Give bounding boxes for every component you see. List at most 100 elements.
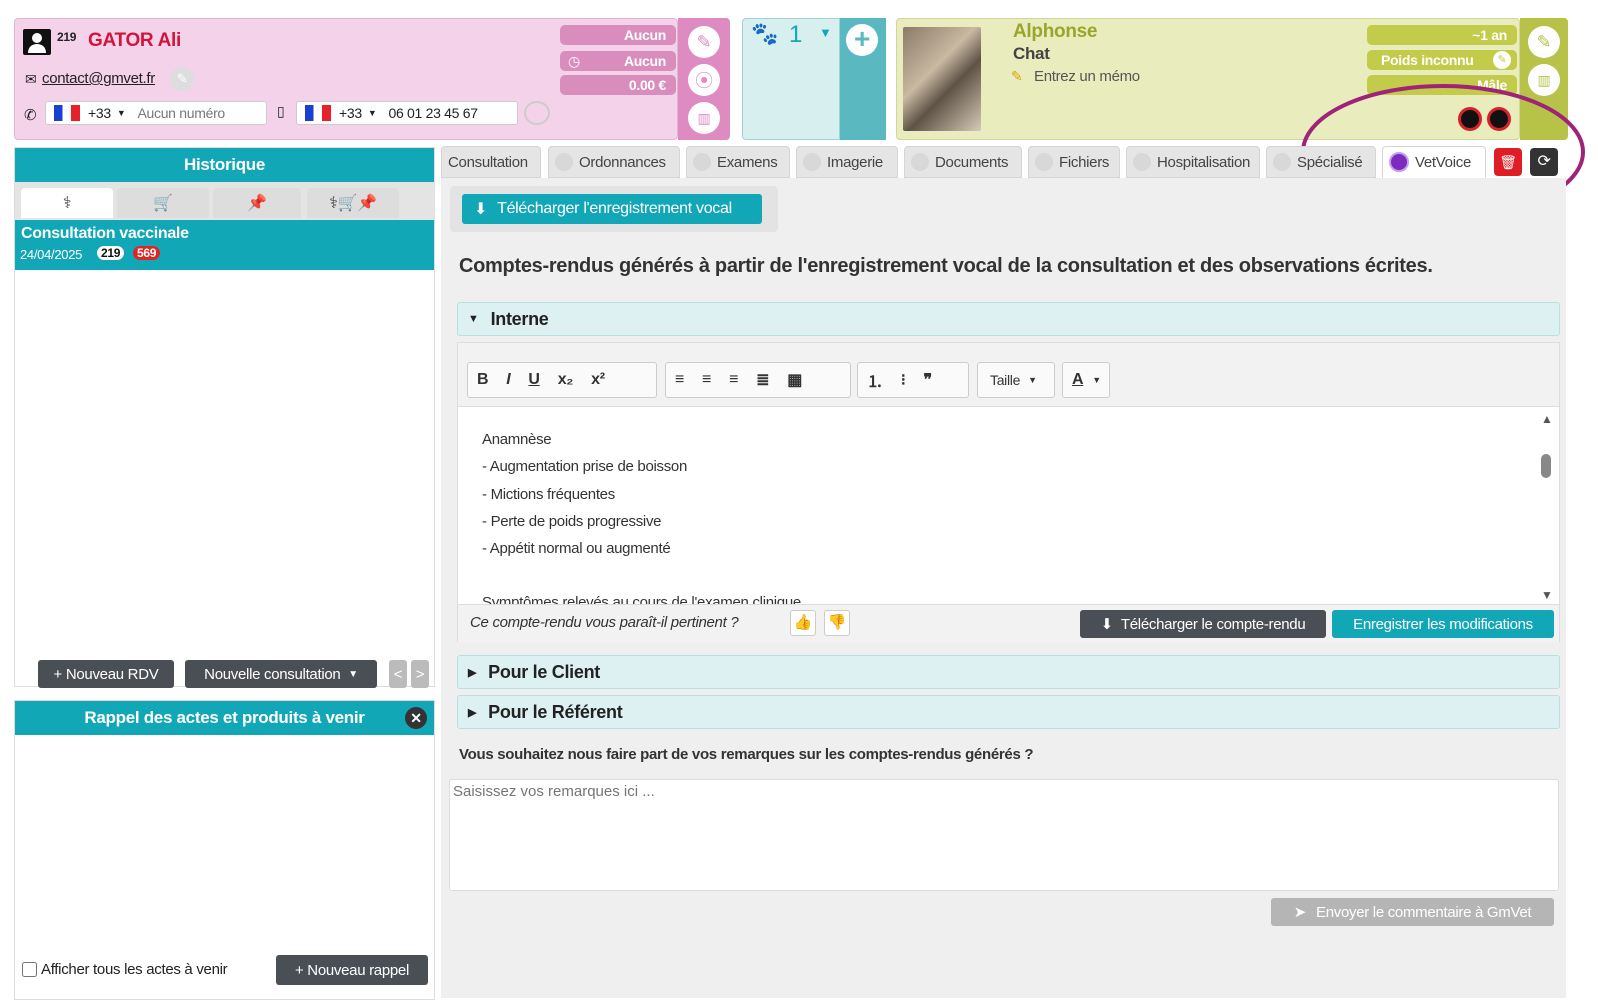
tab-icon <box>1133 153 1151 171</box>
history-tab-all[interactable]: ⚕🛒📌 <box>307 188 399 218</box>
entry-badge-2: 569 <box>133 246 161 260</box>
stethoscope-icon: ⚕ <box>62 195 72 212</box>
phone1-field[interactable]: +33 ▼ Aucun numéro <box>45 101 267 125</box>
memo-input[interactable]: Entrez un mémo <box>1034 68 1140 85</box>
cart-icon: 🛒 <box>153 195 173 212</box>
new-rdv-button[interactable]: + Nouveau RDV <box>38 660 174 688</box>
badge-2: ◷ Aucun <box>560 51 676 71</box>
history-title: Historique <box>15 148 434 182</box>
chevron-down-icon: ▼ <box>348 668 358 680</box>
size-select[interactable]: Taille ▼ <box>977 362 1055 398</box>
thumbs-up-icon[interactable]: 👍 <box>790 610 816 636</box>
editor-scrollbar[interactable]: ▲ ▼ <box>1538 412 1556 602</box>
edit-email-icon[interactable]: ✎ <box>170 67 194 91</box>
tab-documents[interactable]: Documents <box>904 146 1022 178</box>
all-icons: ⚕🛒📌 <box>329 195 377 212</box>
tab-examens[interactable]: Examens <box>686 146 790 178</box>
phone2-field[interactable]: +33 ▼ 06 01 23 45 67 <box>296 101 518 125</box>
subscript-button[interactable]: x₂ <box>549 371 582 389</box>
tab-consultation[interactable]: Consultation <box>441 146 541 178</box>
plus-icon: + <box>846 24 878 56</box>
format-group: B I Ux₂ x² <box>467 362 657 398</box>
download-report-button[interactable]: ⬇ Télécharger le compte-rendu <box>1080 610 1326 638</box>
stats-button[interactable]: ▥ <box>688 102 720 134</box>
bold-button[interactable]: B <box>468 371 497 389</box>
caret-down-icon: ▼ <box>468 313 479 325</box>
pet-age: ~1 an <box>1367 25 1517 45</box>
new-consultation-button[interactable]: Nouvelle consultation ▼ <box>185 660 377 688</box>
tab-fichiers[interactable]: Fichiers <box>1028 146 1120 178</box>
tab-specialise[interactable]: Spécialisé <box>1266 146 1376 178</box>
mobile-icon: ▯ <box>277 103 285 119</box>
show-all-checkbox[interactable] <box>22 962 37 977</box>
trash-icon[interactable]: 🗑 <box>1494 148 1522 176</box>
next-button[interactable]: > <box>411 660 429 688</box>
location-button[interactable]: ⦿ <box>688 64 720 96</box>
quote-icon[interactable]: ❞ <box>915 370 941 390</box>
tab-ordonnances[interactable]: Ordonnances <box>548 146 680 178</box>
owner-email[interactable]: contact@gmvet.fr <box>42 70 155 87</box>
underline-button[interactable]: U <box>519 371 548 389</box>
phone1-input[interactable]: Aucun numéro <box>137 105 225 121</box>
edit-weight-icon[interactable]: ✎ <box>1493 51 1511 69</box>
refresh-icon[interactable]: ⟳ <box>1530 148 1558 176</box>
caret-right-icon: ▶ <box>468 706 477 719</box>
tab-hospitalisation[interactable]: Hospitalisation <box>1126 146 1260 178</box>
download-audio-button[interactable]: ⬇ Télécharger l'enregistrement vocal <box>462 194 762 224</box>
prev-button[interactable]: < <box>389 660 407 688</box>
close-icon[interactable]: ✕ <box>405 707 427 729</box>
edit-pet-button[interactable]: ✎ <box>1528 26 1560 58</box>
tab-icon <box>803 153 821 171</box>
remarks-input[interactable] <box>449 779 1559 891</box>
reminders-panel: Rappel des actes et produits à venir ✕ A… <box>14 700 435 1000</box>
phone-icon: ✆ <box>24 107 37 124</box>
new-reminder-button[interactable]: + Nouveau rappel <box>276 955 428 985</box>
pet-name[interactable]: Alphonse <box>1013 21 1097 43</box>
italic-button[interactable]: I <box>497 371 519 389</box>
microphone-icon <box>1389 152 1409 172</box>
list-group: ⒈ ⁝ ❞ <box>857 362 969 398</box>
phone2-input[interactable]: 06 01 23 45 67 <box>388 105 478 121</box>
sms-icon[interactable] <box>524 101 550 125</box>
table-icon[interactable]: ▦ <box>778 370 811 390</box>
pet-photo[interactable] <box>903 27 981 131</box>
show-all-label: Afficher tous les actes à venir <box>41 961 228 978</box>
align-center-icon[interactable]: ≡ <box>693 371 720 389</box>
user-icon <box>23 29 51 55</box>
add-animal-button[interactable]: + <box>840 18 886 140</box>
history-tab-consultations[interactable]: ⚕ <box>21 188 113 218</box>
section-internal[interactable]: ▼ Interne <box>457 302 1560 336</box>
bullet-list-icon[interactable]: ⁝ <box>892 370 915 390</box>
ordered-list-icon[interactable]: ⒈ <box>858 368 892 392</box>
tab-vetvoice[interactable]: VetVoice <box>1382 146 1486 178</box>
animals-count: 1 <box>789 21 803 48</box>
entry-badge-1: 219 <box>97 246 125 260</box>
reminders-title: Rappel des actes et produits à venir <box>15 701 434 735</box>
superscript-button[interactable]: x² <box>582 371 614 389</box>
send-comment-button[interactable]: ➤ Envoyer le commentaire à GmVet <box>1271 898 1554 926</box>
text-color-button[interactable]: A ▼ <box>1062 362 1110 398</box>
section-client[interactable]: ▶ Pour le Client <box>457 655 1560 689</box>
tab-icon <box>1035 153 1053 171</box>
pet-species: Chat <box>1013 44 1050 63</box>
mail-icon: ✉ <box>25 71 37 87</box>
edit-owner-button[interactable]: ✎ <box>688 26 720 58</box>
section-referent[interactable]: ▶ Pour le Référent <box>457 695 1560 729</box>
align-right-icon[interactable]: ≡ <box>720 371 747 389</box>
save-button[interactable]: Enregistrer les modifications <box>1332 610 1554 638</box>
history-entry[interactable]: Consultation vaccinale 24/04/2025 219 56… <box>15 220 434 270</box>
pencil-icon: ✎ <box>696 31 712 52</box>
thumbs-down-icon[interactable]: 👎 <box>824 610 850 636</box>
owner-name[interactable]: GATOR Ali <box>88 30 181 52</box>
justify-icon[interactable]: ≣ <box>747 370 778 390</box>
history-tab-sales[interactable]: 🛒 <box>117 188 209 218</box>
owner-panel: 219 GATOR Ali ✉ contact@gmvet.fr ✎ ✆ +33… <box>14 18 678 140</box>
animals-selector[interactable]: 🐾 1 ▼ <box>742 18 840 140</box>
history-tab-pinned[interactable]: 📌 <box>213 188 301 218</box>
align-left-icon[interactable]: ≡ <box>666 371 693 389</box>
owner-actions: ✎ ⦿ ▥ <box>678 18 730 140</box>
editor-content[interactable]: Anamnèse - Augmentation prise de boisson… <box>482 426 1522 604</box>
tab-imagerie[interactable]: Imagerie <box>796 146 898 178</box>
page-heading: Comptes-rendus générés à partir de l'enr… <box>459 255 1433 277</box>
chevron-down-icon[interactable]: ▼ <box>819 25 832 40</box>
